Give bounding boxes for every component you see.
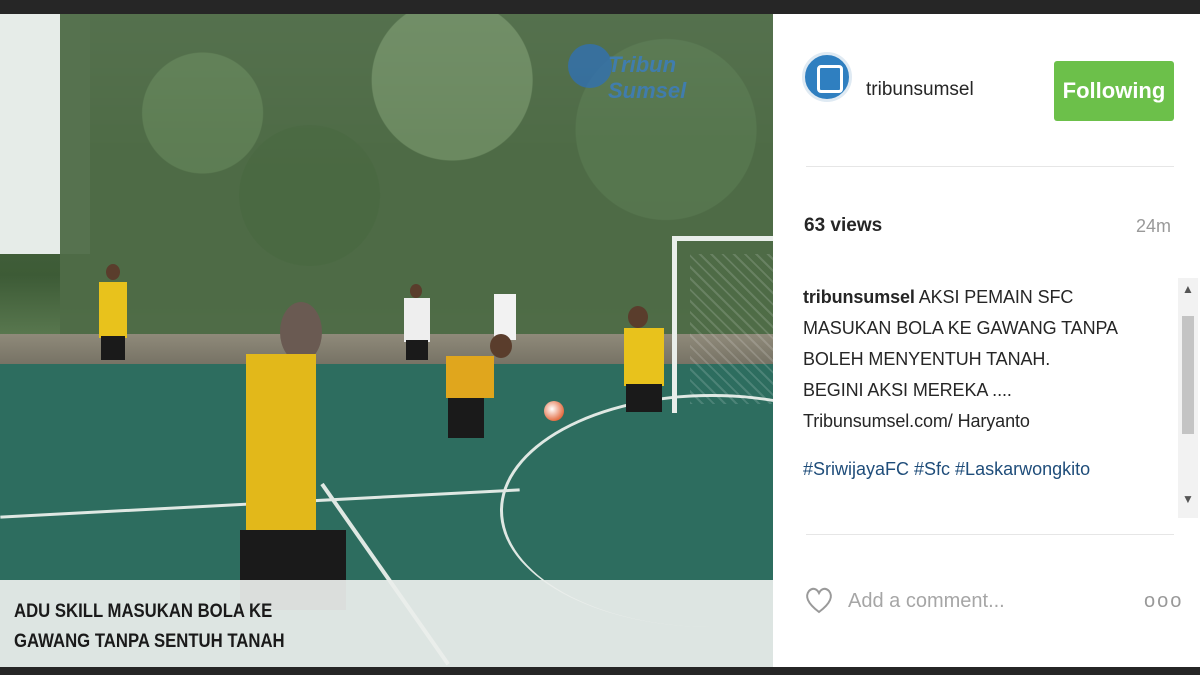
caption-line: tribunsumsel AKSI PEMAIN SFC <box>803 287 1074 307</box>
heart-icon[interactable] <box>803 584 835 616</box>
chevron-down-icon[interactable]: ▼ <box>1178 492 1198 510</box>
hashtags[interactable]: #SriwijayaFC #Sfc #Laskarwongkito <box>803 459 1175 480</box>
following-button[interactable]: Following <box>1054 61 1174 121</box>
username-link[interactable]: tribunsumsel <box>866 79 974 101</box>
ball <box>544 401 564 421</box>
comment-input[interactable] <box>848 586 1128 616</box>
chevron-up-icon[interactable]: ▲ <box>1178 282 1198 300</box>
caption-line: MASUKAN BOLA KE GAWANG TANPA <box>803 318 1118 338</box>
post-caption-area: tribunsumsel AKSI PEMAIN SFC MASUKAN BOL… <box>803 282 1175 532</box>
caption-line: BEGINI AKSI MEREKA .... <box>803 380 1012 400</box>
video-player[interactable]: Tribun Sumsel <box>0 14 773 667</box>
more-options-icon[interactable]: ooo <box>1144 590 1183 613</box>
caption-scrollbar[interactable]: ▲ ▼ <box>1178 278 1198 518</box>
scrollbar-thumb[interactable] <box>1182 316 1194 434</box>
divider <box>806 534 1174 535</box>
avatar[interactable] <box>802 52 852 102</box>
post-timestamp: 24m <box>1136 216 1172 236</box>
window-top-bar <box>0 0 1200 14</box>
watermark-logo: Tribun Sumsel <box>568 34 758 103</box>
caption-username[interactable]: tribunsumsel <box>803 287 915 307</box>
divider <box>806 166 1174 167</box>
goal-post <box>672 236 773 413</box>
window-bottom-bar <box>0 667 1200 675</box>
video-caption: ADU SKILL MASUKAN BOLA KE GAWANG TANPA S… <box>14 601 285 652</box>
view-count: 63 views <box>804 215 883 236</box>
caption-line: Tribunsumsel.com/ Haryanto <box>803 411 1030 431</box>
post-caption: tribunsumsel AKSI PEMAIN SFC MASUKAN BOL… <box>803 282 1175 437</box>
caption-line: BOLEH MENYENTUH TANAH. <box>803 349 1051 369</box>
